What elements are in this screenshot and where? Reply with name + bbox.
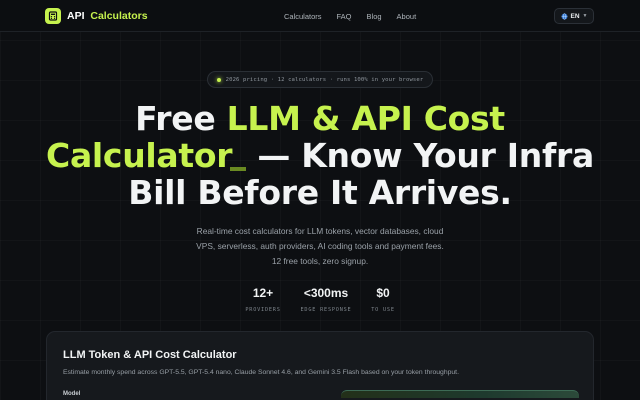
calculator-card: LLM Token & API Cost Calculator Estimate… xyxy=(46,331,594,400)
stat-label: EDGE RESPONSE xyxy=(300,307,352,313)
status-dot-icon xyxy=(216,77,221,82)
chevron-down-icon: ▼ xyxy=(582,13,588,19)
nav-link-about[interactable]: About xyxy=(397,12,417,21)
stat-edge-response: <300ms EDGE RESPONSE xyxy=(298,286,354,313)
info-badge: 2026 pricing · 12 calculators · runs 100… xyxy=(207,71,433,88)
stat-providers: 12+ PROVIDERS xyxy=(244,286,282,313)
brand-name: API Calculators xyxy=(67,10,148,22)
result-panel xyxy=(341,390,579,398)
nav-link-faq[interactable]: FAQ xyxy=(337,12,352,21)
stat-value: $0 xyxy=(376,286,390,300)
hero-part2: — Know Your Infra xyxy=(246,136,594,175)
model-label: Model xyxy=(63,391,81,397)
nav-link-blog[interactable]: Blog xyxy=(367,12,382,21)
language-code: EN xyxy=(570,12,580,20)
stat-to-use: $0 TO USE xyxy=(366,286,400,313)
nav-links: Calculators FAQ Blog About xyxy=(284,0,416,32)
subtitle-line: 12 free tools, zero signup. xyxy=(271,256,369,266)
subtitle-line: Real-time cost calculators for LLM token… xyxy=(196,226,444,236)
nav-link-calculators[interactable]: Calculators xyxy=(284,12,322,21)
language-selector[interactable]: EN ▼ xyxy=(554,8,594,24)
stat-value: <300ms xyxy=(303,286,349,300)
card-title: LLM Token & API Cost Calculator xyxy=(63,349,237,361)
subtitle-line: VPS, serverless, auth providers, AI codi… xyxy=(196,241,444,251)
text-cursor xyxy=(230,167,247,171)
hero-heading: Free LLM & API Cost Calculator — Know Yo… xyxy=(0,100,640,211)
hero-subtitle: Real-time cost calculators for LLM token… xyxy=(160,224,480,269)
brand-logo[interactable]: API Calculators xyxy=(45,7,148,25)
stat-value: 12+ xyxy=(252,286,274,300)
hero-part1: Free xyxy=(135,99,227,138)
stat-label: TO USE xyxy=(371,307,395,313)
badge-text: 2026 pricing · 12 calculators · runs 100… xyxy=(225,76,424,83)
hero-highlight2: Calculator xyxy=(46,136,233,175)
hero-part3: Bill Before It Arrives. xyxy=(128,173,512,212)
top-nav: API Calculators Calculators FAQ Blog Abo… xyxy=(0,0,640,32)
hero-highlight1: LLM & API Cost xyxy=(226,99,506,138)
calculator-icon xyxy=(45,8,61,24)
globe-icon xyxy=(561,12,567,20)
card-description: Estimate monthly spend across GPT-5.5, G… xyxy=(63,369,459,376)
stat-label: PROVIDERS xyxy=(245,307,281,313)
